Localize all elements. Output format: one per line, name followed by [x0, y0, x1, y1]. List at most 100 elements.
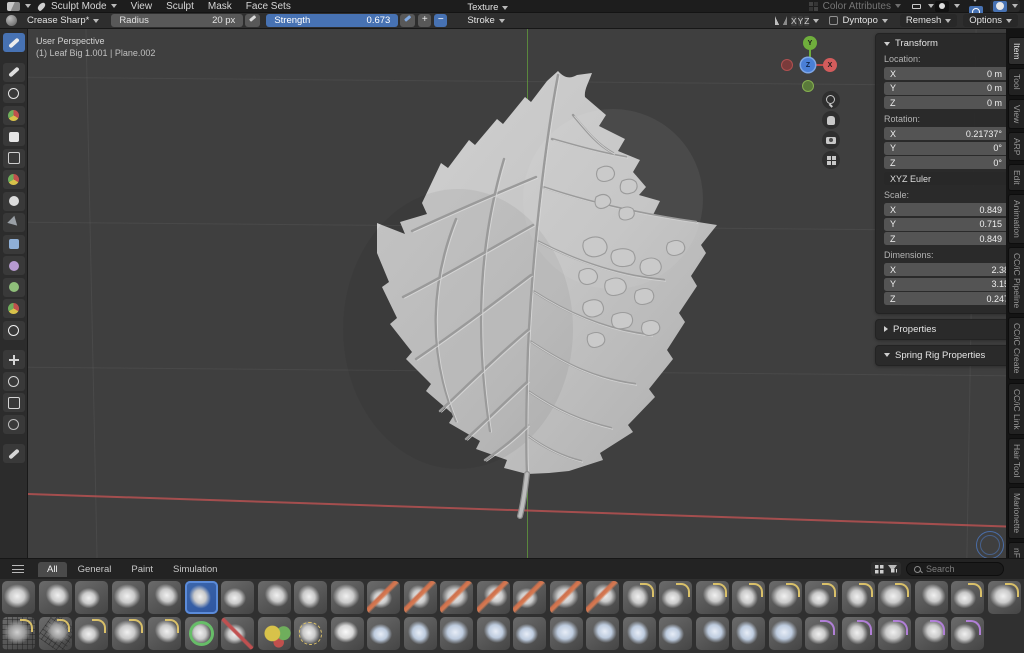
tool-color-filter[interactable] — [3, 278, 25, 297]
sidebar-tab[interactable]: CC/iC Link — [1008, 383, 1024, 436]
brush-thumbnail[interactable] — [805, 617, 838, 650]
brush-thumbnail[interactable] — [258, 617, 291, 650]
brush-thumbnail[interactable] — [586, 617, 619, 650]
collapsed-panel[interactable]: Properties — [875, 319, 1006, 340]
brush-thumbnail[interactable] — [477, 617, 510, 650]
radius-pressure-icon[interactable] — [245, 14, 260, 27]
gizmo-x-ball[interactable]: X — [823, 58, 837, 72]
symmetry-axis-toggle[interactable]: Y — [798, 16, 804, 26]
sidebar-tab[interactable]: Item — [1008, 37, 1024, 66]
sidebar-tab[interactable]: Tool — [1008, 68, 1024, 96]
brush-thumbnail[interactable] — [294, 581, 327, 614]
zoom-button[interactable] — [822, 91, 840, 109]
tool-draw-brush[interactable] — [3, 33, 25, 52]
brush-thumbnail[interactable] — [842, 581, 875, 614]
shading-chevron-icon[interactable] — [1012, 4, 1018, 8]
strength-slider[interactable]: Strength 0.673 — [266, 14, 398, 27]
brush-thumbnail[interactable] — [185, 581, 218, 614]
value-field[interactable]: Z0° — [884, 156, 1006, 169]
brush-thumbnail[interactable] — [331, 581, 364, 614]
solid-shading-icon[interactable] — [993, 1, 1007, 12]
brush-thumbnail[interactable] — [440, 617, 473, 650]
brush-thumbnail[interactable] — [951, 617, 984, 650]
brush-thumbnail[interactable] — [623, 581, 656, 614]
brush-thumbnail[interactable] — [623, 617, 656, 650]
rotation-mode-dropdown[interactable]: XYZ Euler — [884, 172, 1006, 185]
sidebar-tab[interactable]: ARP — [1008, 132, 1024, 161]
menu-item[interactable]: View — [124, 1, 160, 12]
menu-item[interactable]: Face Sets — [239, 1, 298, 12]
brush-thumbnail[interactable] — [2, 617, 35, 650]
value-field[interactable]: Z0.247 m — [884, 292, 1006, 305]
falloff-icon[interactable] — [909, 1, 923, 12]
tool-rotate[interactable] — [3, 372, 25, 391]
sidebar-tab[interactable]: Marionette — [1008, 487, 1024, 539]
viewport-3d[interactable]: User Perspective (1) Leaf Big 1.001 | Pl… — [28, 29, 1006, 558]
shelf-tab[interactable]: Simulation — [164, 562, 226, 577]
tool-clay-color-brush[interactable] — [3, 106, 25, 125]
gizmo-y-ball[interactable]: Y — [803, 36, 817, 50]
sidebar-tab[interactable]: View — [1008, 99, 1024, 129]
brush-thumbnail[interactable] — [988, 581, 1021, 614]
tool-cloth-filter[interactable] — [3, 256, 25, 275]
brush-thumbnail[interactable] — [769, 617, 802, 650]
brush-thumbnail[interactable] — [39, 617, 72, 650]
brush-thumbnail[interactable] — [75, 581, 108, 614]
brush-thumbnail[interactable] — [842, 617, 875, 650]
transform-panel-header[interactable]: Transform — [884, 38, 1006, 49]
tool-mask-paint[interactable] — [3, 299, 25, 318]
tool-blob[interactable] — [3, 170, 25, 189]
shelf-tab[interactable]: All — [38, 562, 67, 577]
brush-thumbnail[interactable] — [550, 617, 583, 650]
sidebar-tab[interactable]: CC/iC Create — [1008, 317, 1024, 380]
camera-view-button[interactable] — [822, 131, 840, 149]
tool-draw-sharp-brush[interactable] — [3, 63, 25, 82]
value-field[interactable]: Z0.849 — [884, 232, 1006, 245]
tool-crease[interactable] — [3, 192, 25, 211]
chevron-down-icon[interactable] — [972, 0, 978, 2]
menu-icon[interactable] — [12, 565, 24, 573]
brush-thumbnail[interactable] — [331, 617, 364, 650]
tool-transform[interactable] — [3, 415, 25, 434]
gizmo-neg-y-ball[interactable] — [802, 80, 814, 92]
brush-thumbnail[interactable] — [915, 581, 948, 614]
brush-thumbnail[interactable] — [659, 617, 692, 650]
brush-thumbnail[interactable] — [915, 617, 948, 650]
shelf-tab[interactable]: General — [69, 562, 121, 577]
tool-paint-brush[interactable] — [3, 84, 25, 103]
mode-selector[interactable]: Sculpt Mode — [49, 1, 124, 12]
brush-thumbnail[interactable] — [477, 581, 510, 614]
tool-magnify[interactable] — [3, 321, 25, 340]
strength-pressure-icon[interactable] — [400, 14, 415, 27]
collapse-icon[interactable] — [884, 353, 890, 357]
sidebar-tab[interactable]: Edit — [1008, 164, 1024, 191]
value-field[interactable]: Z0 m — [884, 96, 1006, 109]
editor-type-chevron-icon[interactable] — [25, 4, 31, 8]
brush-thumbnail[interactable] — [586, 581, 619, 614]
menu-item[interactable]: Mask — [201, 1, 239, 12]
collapse-icon[interactable] — [884, 42, 890, 46]
options-dropdown[interactable]: Options — [963, 14, 1018, 27]
brush-thumbnail[interactable] — [769, 581, 802, 614]
texture-swatch-icon[interactable] — [935, 1, 949, 12]
brush-thumbnail[interactable] — [112, 581, 145, 614]
add-brush-button[interactable]: + — [418, 14, 431, 27]
gizmo-z-ball[interactable]: Z — [801, 58, 815, 72]
tool-scale[interactable] — [3, 393, 25, 412]
settings-dropdown[interactable]: Texture — [461, 1, 514, 14]
brush-thumbnail[interactable] — [550, 581, 583, 614]
brush-thumbnail[interactable] — [75, 617, 108, 650]
value-field[interactable]: Y0.715 — [884, 218, 1006, 231]
tool-smooth[interactable] — [3, 213, 25, 232]
tool-box-mask[interactable] — [3, 149, 25, 168]
texture-chevron-icon[interactable] — [954, 4, 960, 8]
brush-thumbnail[interactable] — [732, 581, 765, 614]
pan-button[interactable] — [822, 111, 840, 129]
brush-thumbnail[interactable] — [878, 617, 911, 650]
shelf-tab[interactable]: Paint — [122, 562, 162, 577]
falloff-chevron-icon[interactable] — [928, 4, 934, 8]
sidebar-tab[interactable]: Hair Tool — [1008, 438, 1024, 483]
brush-thumbnail[interactable] — [294, 617, 327, 650]
color-attributes-dropdown[interactable]: Color Attributes — [823, 1, 908, 12]
brush-thumbnail[interactable] — [404, 581, 437, 614]
